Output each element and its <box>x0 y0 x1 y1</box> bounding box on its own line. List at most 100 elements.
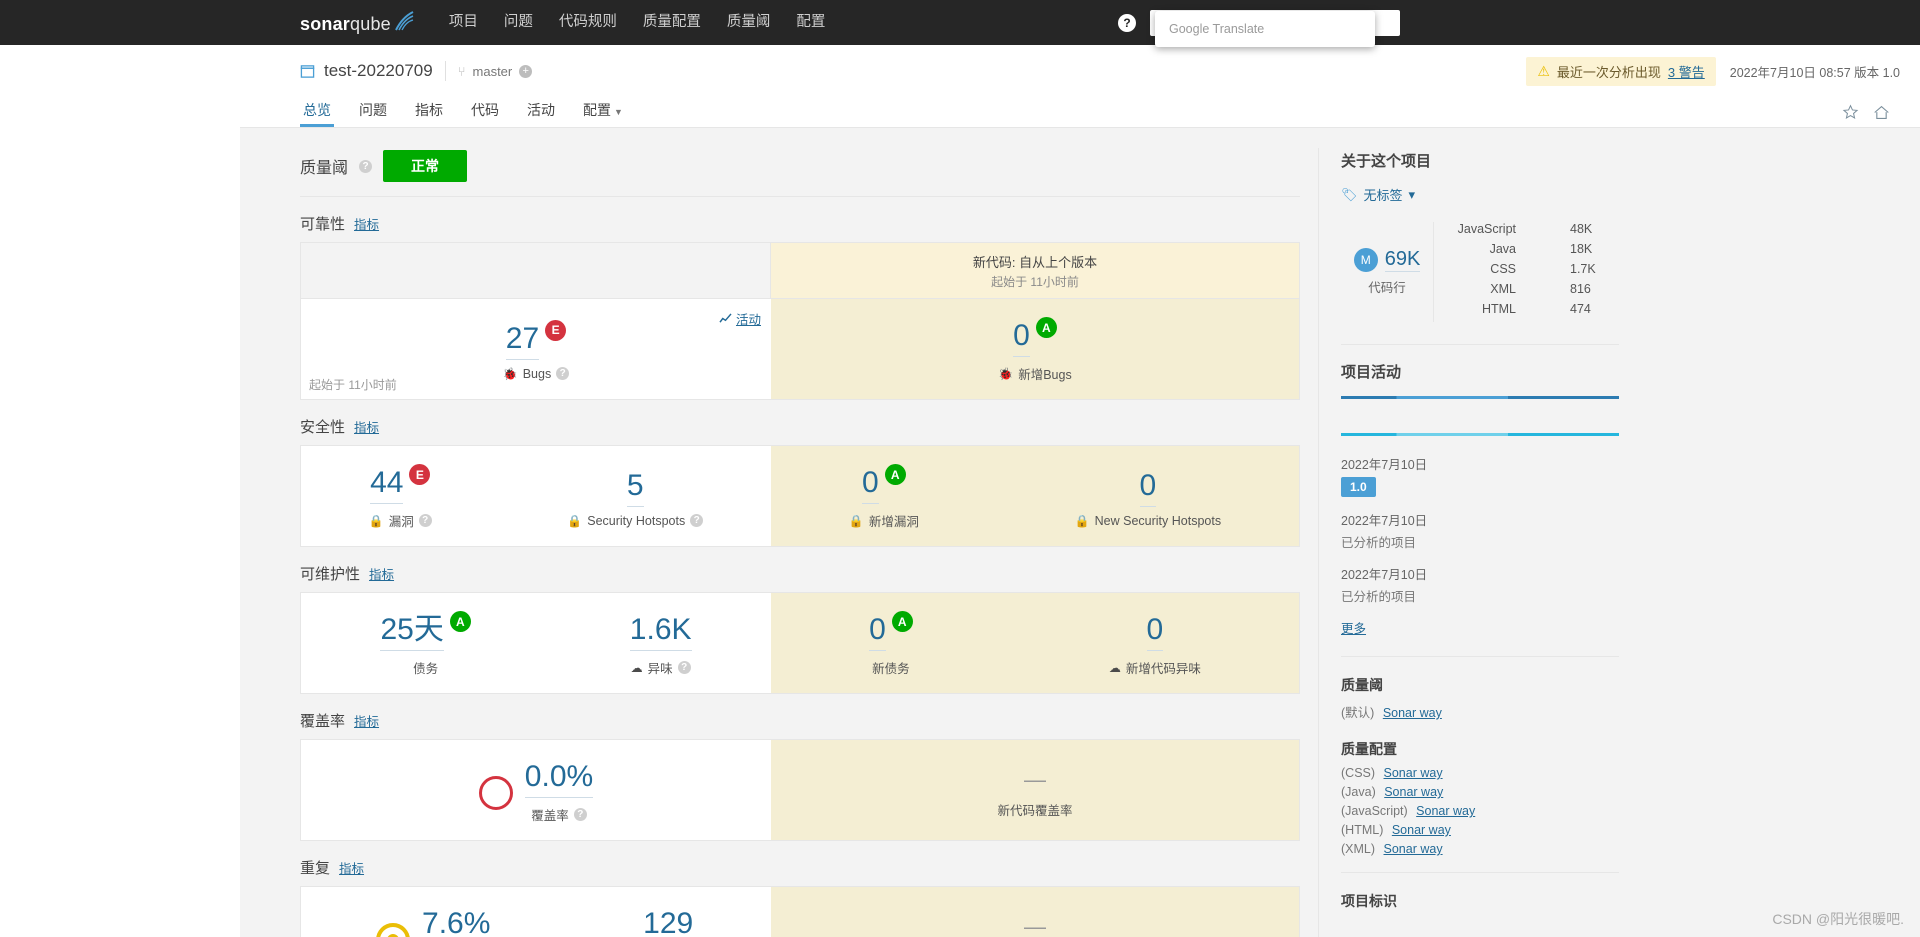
language-value: 18K <box>1570 242 1593 256</box>
section-measures-link[interactable]: 指标 <box>354 711 379 730</box>
section-heading: 可靠性 <box>300 216 346 233</box>
measure-value[interactable]: 0 <box>1013 321 1030 357</box>
nav-link-administration[interactable]: 配置 <box>796 0 825 45</box>
activity-event: 已分析的项目 <box>1341 536 1417 550</box>
nav-link-quality-profiles[interactable]: 质量配置 <box>643 0 701 45</box>
measure-value[interactable]: 44 <box>370 468 404 504</box>
measure-label: 新代码覆盖率 <box>997 804 1073 818</box>
measure-help-icon[interactable]: ? <box>418 514 432 527</box>
rating-badge: A <box>891 611 913 632</box>
tab-overview[interactable]: 总览 <box>300 103 334 127</box>
analysis-warning-badge[interactable]: ⚠ 最近一次分析出现 3 警告 <box>1526 56 1716 86</box>
lines-of-code-value[interactable]: 69K <box>1384 248 1421 272</box>
measure-value[interactable]: 0 <box>1146 615 1164 651</box>
quality-gate-link[interactable]: Sonar way <box>1383 706 1442 720</box>
tab-activity[interactable]: 活动 <box>524 103 558 127</box>
app-root: sonarqube 项目 问题 代码规则 质量配置 质量阈 配置 ? 搜索项目，… <box>0 0 1920 937</box>
measure-value[interactable]: 7.6% <box>422 909 490 937</box>
activity-link[interactable]: 活动 <box>719 309 761 328</box>
version-badge: 1.0 <box>1341 477 1376 497</box>
sonarqube-logo[interactable]: sonarqube <box>300 10 415 35</box>
tab-code[interactable]: 代码 <box>468 103 502 127</box>
measure-help-icon[interactable]: ? <box>556 367 570 380</box>
measure-help-icon[interactable]: ? <box>573 808 587 821</box>
measure-duplication-density: 7.6% 重复度 ? <box>376 909 490 937</box>
section-measures-link[interactable]: 指标 <box>339 858 364 877</box>
section-title-reliability: 可靠性 指标 <box>300 213 1300 234</box>
profile-link[interactable]: Sonar way <box>1416 804 1475 818</box>
branch-selector[interactable]: ⑂ master + <box>458 64 533 79</box>
language-row: HTML 474 <box>1454 302 1619 316</box>
size-block: M 69K 代码行 JavaScript 48K Java 18K CSS 1.… <box>1341 204 1619 338</box>
language-name: Java <box>1489 242 1516 256</box>
maintainability-card: 25天 A 债务 1.6K ☁ 异味 ? 0 A 新债务 0 ☁ 新增代码异味 <box>300 592 1300 694</box>
section-measures-link[interactable]: 指标 <box>369 564 394 583</box>
measure-help-icon[interactable]: ? <box>690 514 704 527</box>
nav-link-issues[interactable]: 问题 <box>504 0 533 45</box>
activity-title: 项目活动 <box>1341 364 1402 381</box>
activity-more-link[interactable]: 更多 <box>1341 622 1366 636</box>
quality-gate-help-icon[interactable]: ? <box>359 159 373 173</box>
tags-selector[interactable]: 🏷 无标签 ▾ <box>1341 185 1619 204</box>
warning-icon: ⚠ <box>1537 62 1550 79</box>
measure-label: 异味 <box>647 662 673 676</box>
logo-bold-text: sonar <box>300 14 351 34</box>
favorite-star-icon[interactable] <box>1842 104 1859 121</box>
measure-value[interactable]: 129 <box>643 909 693 937</box>
section-heading: 可维护性 <box>300 566 361 583</box>
measure-vulnerabilities: 44 E 🔒 漏洞 ? <box>369 464 432 530</box>
language-name: JavaScript <box>1457 222 1516 236</box>
tab-issues[interactable]: 问题 <box>356 103 390 127</box>
nav-link-rules[interactable]: 代码规则 <box>559 0 617 45</box>
nav-link-quality-gates[interactable]: 质量阈 <box>727 0 771 45</box>
activity-graph[interactable] <box>1341 396 1619 436</box>
measure-value[interactable]: 0 <box>1139 470 1157 507</box>
warning-count-link[interactable]: 3 警告 <box>1668 62 1705 81</box>
coverage-ring-icon <box>478 776 513 810</box>
activity-event: 已分析的项目 <box>1341 590 1417 604</box>
section-measures-link[interactable]: 指标 <box>354 214 379 233</box>
measure-value[interactable]: 27 <box>505 323 540 360</box>
measure-new-bugs: 0 A 🐞 新增Bugs <box>998 317 1072 383</box>
profile-language: (CSS) <box>1341 766 1376 780</box>
profile-link[interactable]: Sonar way <box>1384 766 1443 780</box>
profile-row: (JavaScript) Sonar way <box>1341 804 1619 818</box>
measure-label: 新增代码异味 <box>1125 662 1201 676</box>
measure-value[interactable]: 0 <box>869 615 886 651</box>
quality-gate-label: 质量阈 <box>300 160 349 177</box>
profile-link[interactable]: Sonar way <box>1384 785 1443 799</box>
profile-link[interactable]: Sonar way <box>1384 842 1443 856</box>
quality-gate-default-label: (默认) <box>1341 706 1375 720</box>
project-name[interactable]: test-20220709 <box>324 61 433 81</box>
analysis-meta: 2022年7月10日 08:57 版本 1.0 <box>1729 65 1900 80</box>
measure-value[interactable]: 5 <box>626 470 644 507</box>
add-branch-icon[interactable]: + <box>519 64 533 78</box>
branch-icon: ⑂ <box>457 63 466 79</box>
tab-settings[interactable]: 配置 ▼ <box>580 103 626 127</box>
section-measures-link[interactable]: 指标 <box>354 417 379 436</box>
home-icon[interactable] <box>1873 104 1890 121</box>
help-icon[interactable]: ? <box>1118 13 1136 32</box>
project-tabs: 总览 问题 指标 代码 活动 配置 ▼ <box>240 97 1920 128</box>
measure-value[interactable]: 0.0% <box>524 762 594 798</box>
chevron-down-icon: ▾ <box>1408 186 1416 202</box>
quality-gate-section-title: 质量阈 <box>1341 677 1383 693</box>
measure-value[interactable]: 25天 <box>380 615 444 651</box>
profile-link[interactable]: Sonar way <box>1392 823 1451 837</box>
measure-new-vulnerabilities: 0 A 🔒 新增漏洞 <box>849 464 919 530</box>
measure-code-smells: 1.6K ☁ 异味 ? <box>629 615 692 677</box>
tab-measures[interactable]: 指标 <box>412 103 446 127</box>
measure-security-hotspots: 5 🔒 Security Hotspots ? <box>567 470 704 528</box>
quality-gate-section: 质量阈 (默认) Sonar way <box>1341 675 1619 721</box>
measure-label: New Security Hotspots <box>1094 513 1222 528</box>
tags-label: 无标签 <box>1363 188 1403 203</box>
duplication-ring-icon <box>376 923 411 937</box>
nav-link-projects[interactable]: 项目 <box>449 0 478 45</box>
project-header: test-20220709 ⑂ master + ⚠ 最近一次分析出现 3 警告… <box>240 45 1920 97</box>
measure-value[interactable]: 1.6K <box>629 615 692 651</box>
lock-icon: 🔒 <box>567 513 583 528</box>
measure-help-icon[interactable]: ? <box>677 661 691 674</box>
google-translate-popup[interactable]: Google Translate <box>1155 11 1375 47</box>
measure-value[interactable]: 0 <box>862 468 879 504</box>
measure-label: Bugs <box>522 366 552 381</box>
